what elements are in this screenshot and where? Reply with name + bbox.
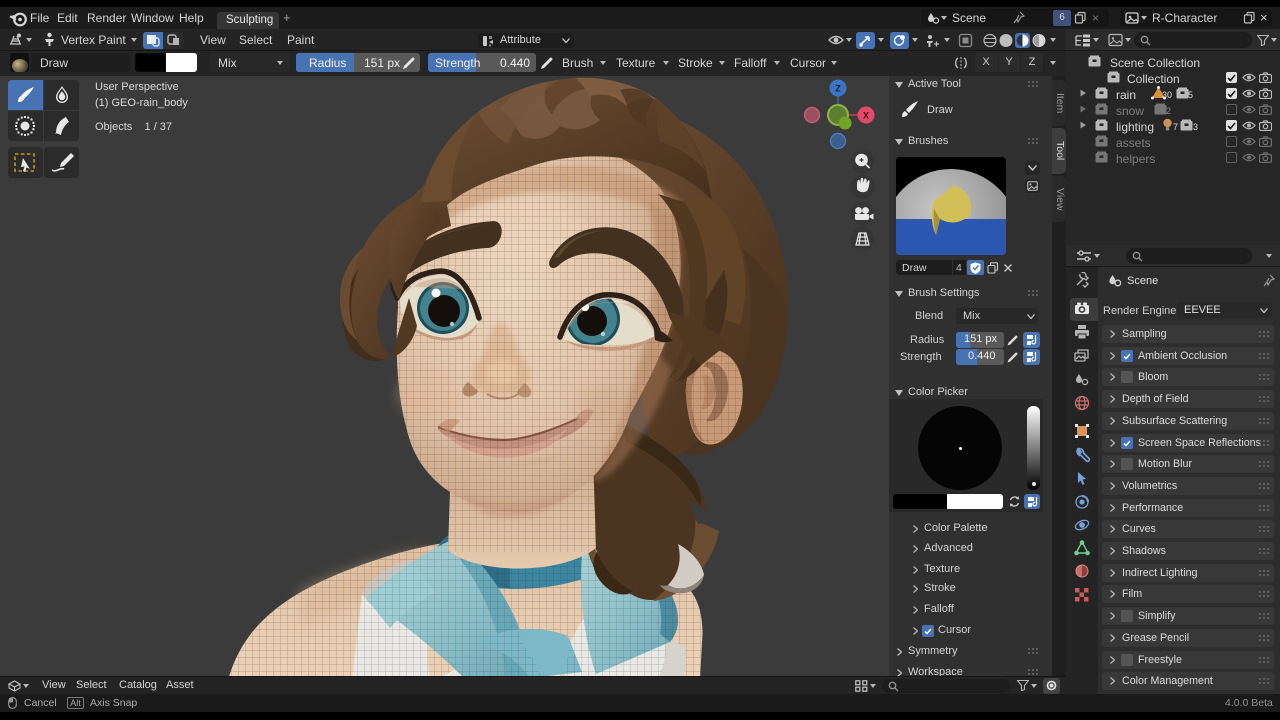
svg-text:Z: Z [835,84,841,94]
svg-text:X: X [863,111,869,121]
